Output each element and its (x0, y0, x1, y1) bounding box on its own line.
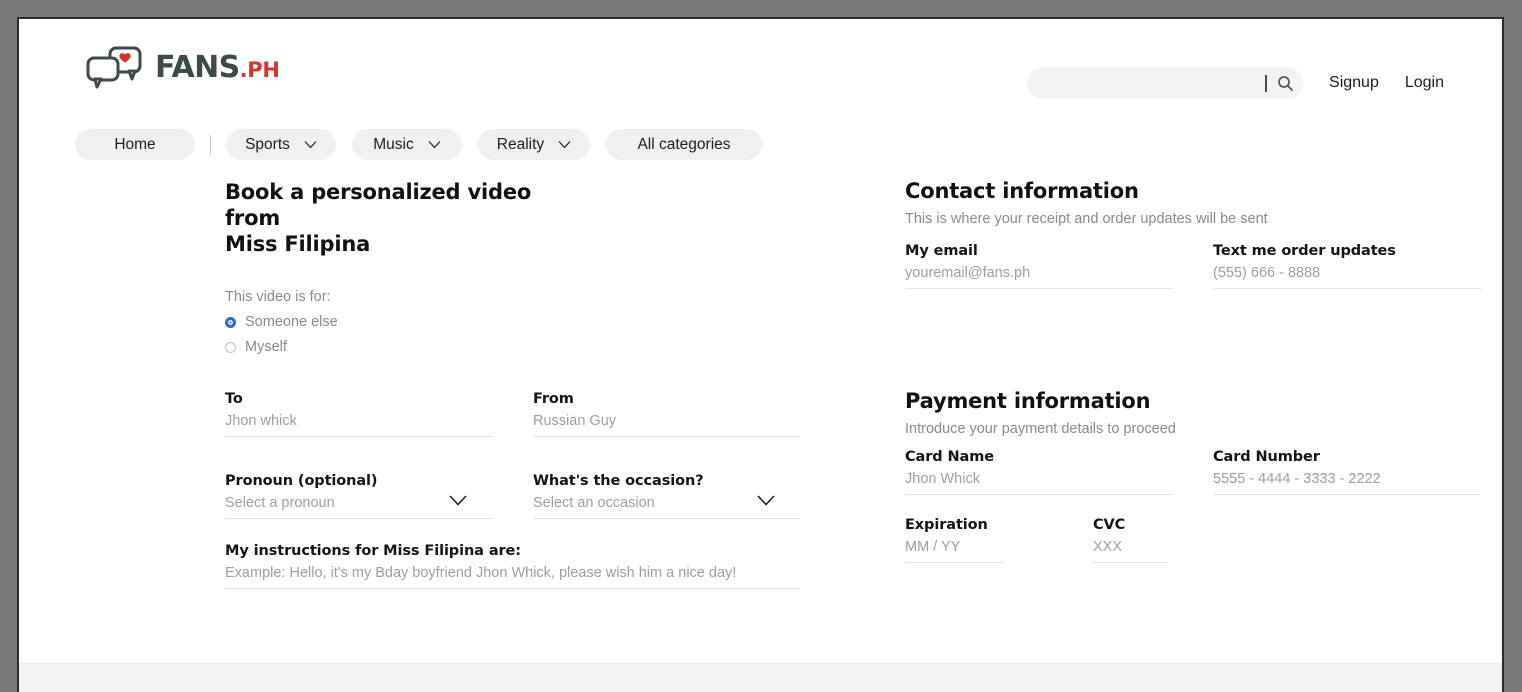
login-link[interactable]: Login (1405, 74, 1444, 92)
page-card: FANS.PH Signup Login Home Sports Music R… (17, 17, 1504, 692)
occasion-select[interactable] (533, 489, 801, 519)
logo-name: FANS (155, 49, 240, 85)
payment-information-section: Payment information Introduce your payme… (905, 389, 1502, 563)
chevron-down-icon (558, 136, 571, 154)
site-footer (19, 663, 1502, 692)
instructions-input[interactable] (225, 559, 801, 589)
cvc-input[interactable] (1093, 533, 1169, 563)
field-instructions: My instructions for Miss Filipina are: (225, 543, 825, 589)
card-row: Card Name Card Number (905, 449, 1502, 495)
contact-information-section: Contact information This is where your r… (905, 179, 1502, 289)
nav-item-sports[interactable]: Sports (226, 129, 336, 160)
phone-input[interactable] (1213, 259, 1481, 289)
expiry-cvc-row: Expiration CVC (905, 517, 1502, 563)
to-from-row: To From (225, 391, 825, 437)
field-label-card-number: Card Number (1213, 449, 1320, 465)
pronoun-occasion-row: Pronoun (optional) What's the occasion? (225, 473, 825, 519)
field-label-to: To (225, 391, 243, 407)
nav-item-label: Sports (245, 135, 290, 153)
field-occasion: What's the occasion? (533, 473, 801, 519)
nav-divider (210, 134, 211, 155)
field-label-cvc: CVC (1093, 517, 1126, 533)
radio-icon-selected[interactable] (225, 316, 236, 328)
field-from: From (533, 391, 801, 437)
radio-option-someone-else[interactable]: Someone else (225, 314, 825, 330)
header-actions: Signup Login (1027, 67, 1444, 99)
from-input[interactable] (533, 407, 801, 437)
radio-label: Someone else (245, 314, 338, 330)
field-label-card-name: Card Name (905, 449, 994, 465)
video-for-label: This video is for: (225, 289, 331, 305)
field-label-instructions: My instructions for Miss Filipina are: (225, 543, 521, 559)
field-pronoun: Pronoun (optional) (225, 473, 493, 519)
nav-item-label: All categories (637, 135, 731, 153)
email-input[interactable] (905, 259, 1173, 289)
contact-subtitle: This is where your receipt and order upd… (905, 211, 1268, 227)
nav-item-label: Reality (496, 135, 545, 153)
search-box[interactable] (1027, 67, 1304, 99)
nav-item-all-categories[interactable]: All categories (606, 129, 762, 160)
field-expiration: Expiration (905, 517, 1003, 563)
nav-item-reality[interactable]: Reality (478, 129, 590, 160)
site-header: FANS.PH Signup Login (19, 19, 1502, 111)
field-label-email: My email (905, 243, 978, 259)
field-label-expiration: Expiration (905, 517, 988, 533)
signup-link[interactable]: Signup (1329, 74, 1379, 92)
checkout-panel: Contact information This is where your r… (905, 179, 1502, 563)
field-email: My email (905, 243, 1173, 289)
field-label-pronoun: Pronoun (optional) (225, 473, 378, 489)
field-to: To (225, 391, 493, 437)
to-input[interactable] (225, 407, 493, 437)
expiration-input[interactable] (905, 533, 1003, 563)
contact-fields-row: My email Text me order updates (905, 243, 1502, 289)
site-logo[interactable]: FANS.PH (85, 45, 280, 89)
radio-option-myself[interactable]: Myself (225, 339, 825, 355)
nav-item-music[interactable]: Music (352, 129, 462, 160)
pronoun-select[interactable] (225, 489, 493, 519)
nav-item-home[interactable]: Home (75, 129, 195, 160)
payment-title: Payment information (905, 389, 1151, 413)
card-number-input[interactable] (1213, 465, 1481, 495)
field-label-from: From (533, 391, 574, 407)
contact-title: Contact information (905, 179, 1139, 203)
radio-icon-unselected[interactable] (225, 341, 236, 353)
field-card-name: Card Name (905, 449, 1173, 495)
chevron-down-icon (304, 136, 317, 154)
search-input[interactable] (1041, 74, 1264, 92)
page-title-line1: Book a personalized video from (225, 180, 532, 230)
payment-subtitle: Introduce your payment details to procee… (905, 421, 1176, 437)
page-title: Book a personalized video from Miss Fili… (225, 179, 585, 257)
field-label-occasion: What's the occasion? (533, 473, 704, 489)
field-cvc: CVC (1093, 517, 1169, 563)
field-label-phone: Text me order updates (1213, 243, 1396, 259)
booking-form: Book a personalized video from Miss Fili… (225, 179, 825, 589)
page-title-line2: Miss Filipina (225, 232, 371, 256)
search-icon[interactable] (1277, 75, 1294, 92)
card-name-input[interactable] (905, 465, 1173, 495)
main-nav: Home Sports Music Reality All categories (75, 129, 762, 160)
nav-item-label: Home (114, 135, 156, 153)
field-card-number: Card Number (1213, 449, 1481, 495)
search-caret (1265, 74, 1268, 92)
field-phone: Text me order updates (1213, 243, 1481, 289)
radio-label: Myself (245, 339, 287, 355)
logo-suffix: .PH (239, 57, 280, 82)
logo-wordmark: FANS.PH (155, 50, 280, 85)
chat-bubbles-heart-icon (85, 45, 145, 89)
chevron-down-icon (428, 136, 441, 154)
nav-item-label: Music (373, 135, 414, 153)
